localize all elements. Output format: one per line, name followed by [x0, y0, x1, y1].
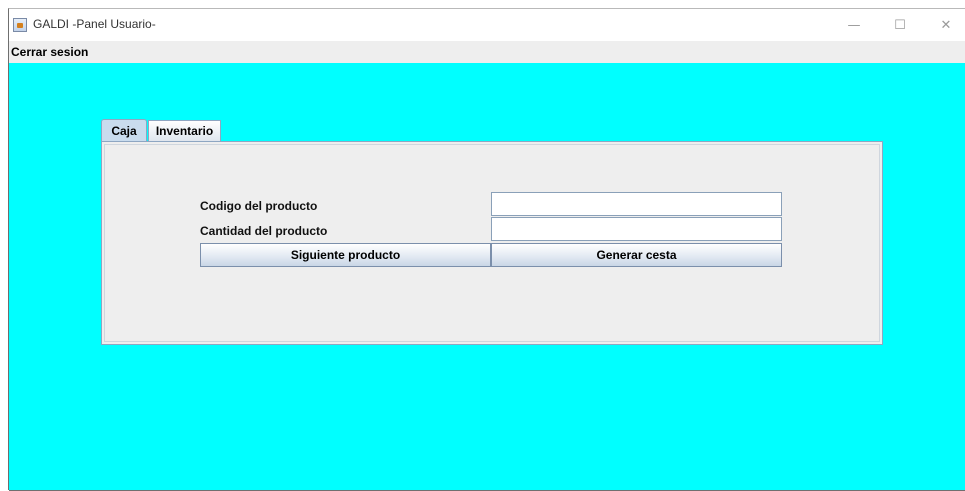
generar-cesta-button[interactable]: Generar cesta [491, 243, 782, 267]
window-title: GALDI -Panel Usuario- [33, 17, 156, 31]
minimize-icon: — [847, 17, 861, 33]
codigo-field[interactable] [491, 192, 782, 216]
java-app-icon [13, 18, 27, 32]
minimize-button[interactable]: — [831, 9, 877, 41]
tab-panel-caja: Codigo del producto Cantidad del product… [101, 141, 883, 345]
menu-cerrar-sesion[interactable]: Cerrar sesion [11, 45, 88, 59]
tab-inventario[interactable]: Inventario [148, 120, 221, 141]
close-button[interactable]: ✕ [923, 9, 965, 41]
siguiente-producto-button[interactable]: Siguiente producto [200, 243, 491, 267]
app-window: GALDI -Panel Usuario- — ☐ ✕ Cerrar sesio… [8, 8, 965, 491]
close-icon: ✕ [940, 17, 952, 33]
cantidad-label: Cantidad del producto [200, 224, 328, 238]
menu-bar: Cerrar sesion [9, 41, 965, 63]
tab-caja[interactable]: Caja [101, 119, 147, 141]
main-content: Caja Inventario Codigo del producto Cant… [9, 63, 965, 491]
maximize-button[interactable]: ☐ [877, 9, 923, 41]
title-bar[interactable]: GALDI -Panel Usuario- — ☐ ✕ [9, 9, 965, 41]
cantidad-field[interactable] [491, 217, 782, 241]
maximize-icon: ☐ [894, 17, 906, 33]
codigo-label: Codigo del producto [200, 199, 318, 213]
